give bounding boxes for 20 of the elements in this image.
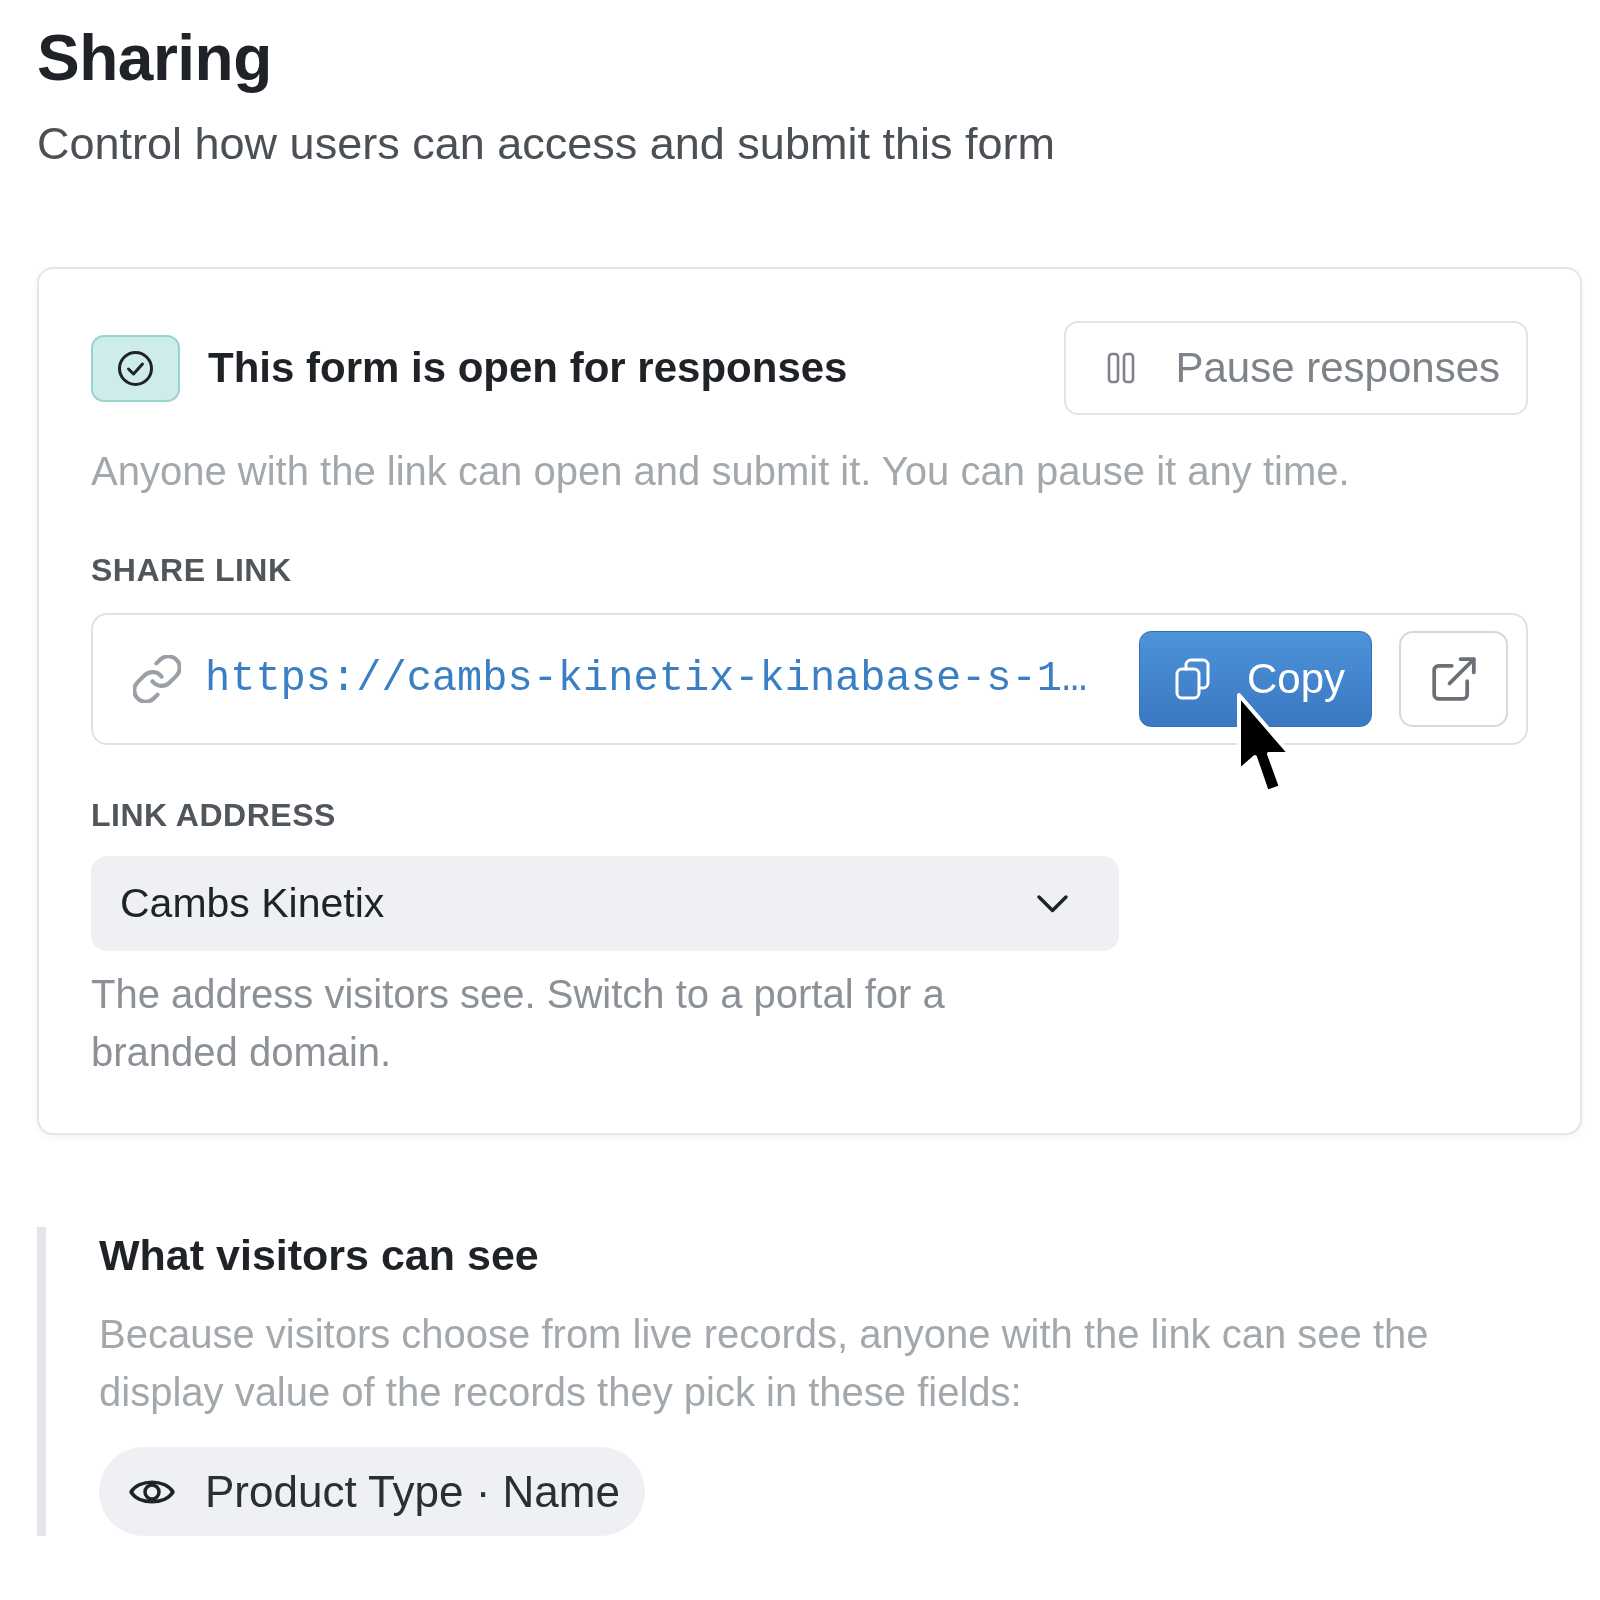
visibility-description: Because visitors choose from live records, anyone with the link can see the display value of the records they pick in these fields: — [99, 1311, 1430, 1416]
visibility-heading: What visitors can see — [99, 1230, 540, 1281]
chevron-down-icon — [1036, 893, 1069, 914]
external-link-icon — [1431, 657, 1476, 701]
share-link-label: SHARE LINK — [91, 551, 293, 590]
field-name: Product Type · Name — [205, 1466, 620, 1517]
share-link-url: https://cambs-kinetix-kinabase-s-1… — [205, 655, 1088, 703]
link-address-dropdown[interactable]: Cambs Kinetix — [91, 856, 1119, 951]
status-label: This form is open for responses — [208, 344, 848, 392]
page-title: Sharing — [37, 21, 273, 96]
link-icon — [133, 655, 181, 703]
link-address-help: The address visitors see. Switch to a portal for a branded domain. — [91, 971, 946, 1076]
open-link-button[interactable] — [1399, 631, 1508, 727]
pause-icon — [1107, 352, 1136, 384]
status-description: Anyone with the link can open and submit it. You can pause it any time. — [91, 448, 1351, 495]
page-subtitle: Control how users can access and submit this form — [37, 117, 1056, 171]
copy-button[interactable]: Copy — [1138, 631, 1372, 727]
copy-icon — [1173, 658, 1211, 700]
link-address-label: LINK ADDRESS — [91, 796, 337, 835]
pause-button[interactable]: Pause responses — [1064, 321, 1528, 415]
